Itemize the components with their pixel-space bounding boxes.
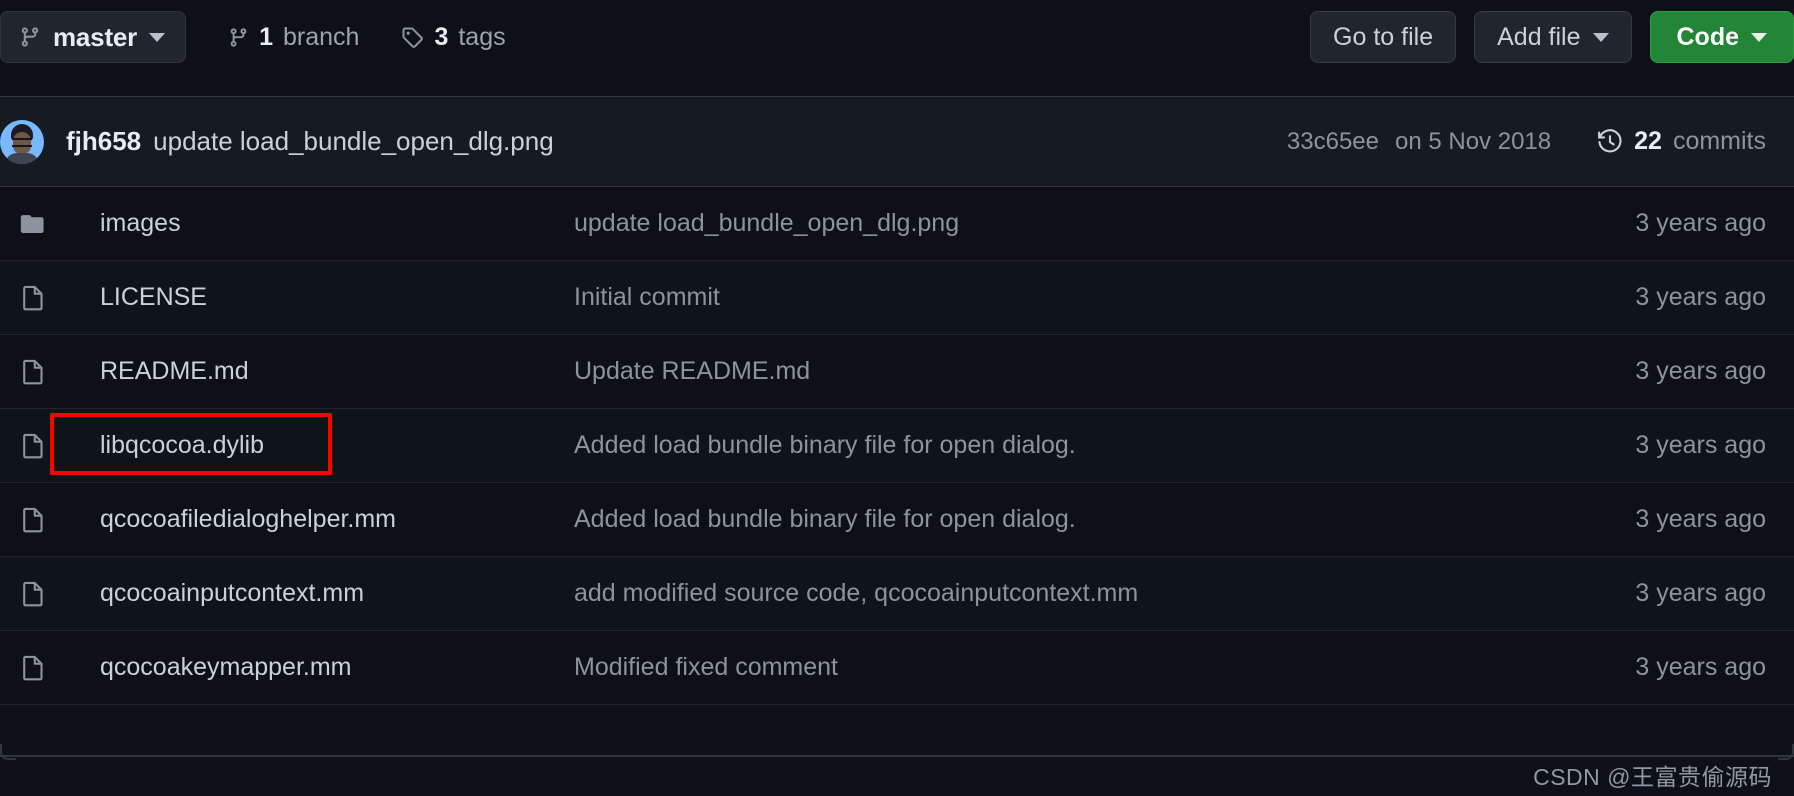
file-name[interactable]: qcocoakeymapper.mm — [50, 653, 574, 682]
tag-icon — [401, 25, 424, 50]
branch-count-number: 1 — [259, 22, 273, 51]
branch-icon — [19, 24, 41, 50]
commit-author[interactable]: fjh658 — [66, 126, 141, 157]
panel-bottom-border — [0, 755, 1794, 757]
table-row[interactable]: README.md Update README.md 3 years ago — [0, 335, 1794, 409]
branch-count-label: branch — [282, 22, 360, 51]
file-age: 3 years ago — [1635, 579, 1766, 607]
github-repo-file-browser: master 1 branch 3 tags Go to file Add fi… — [0, 0, 1794, 796]
panel-bottom-right-corner — [1778, 744, 1794, 760]
branch-count[interactable]: 1 branch — [228, 23, 359, 52]
file-age: 3 years ago — [1635, 431, 1766, 459]
file-name[interactable]: libqcocoa.dylib — [50, 431, 574, 460]
avatar-glasses — [12, 137, 32, 147]
chevron-down-icon — [149, 32, 166, 42]
tag-count-label: tags — [458, 22, 506, 51]
table-row[interactable]: images update load_bundle_open_dlg.png 3… — [0, 187, 1794, 261]
table-row[interactable]: libqcocoa.dylib Added load bundle binary… — [0, 409, 1794, 483]
go-to-file-button[interactable]: Go to file — [1310, 11, 1457, 63]
chevron-down-icon — [1751, 32, 1767, 42]
file-commit-message[interactable]: update load_bundle_open_dlg.png — [574, 209, 1494, 238]
table-row[interactable]: qcocoainputcontext.mm add modified sourc… — [0, 557, 1794, 631]
tag-count[interactable]: 3 tags — [401, 22, 506, 52]
chevron-down-icon — [1592, 32, 1609, 42]
code-label: Code — [1676, 22, 1740, 51]
file-age: 3 years ago — [1635, 505, 1766, 533]
file-age: 3 years ago — [1635, 209, 1766, 237]
commits-count-label: commits — [1672, 127, 1766, 155]
file-name[interactable]: LICENSE — [50, 283, 574, 312]
file-commit-message[interactable]: add modified source code, qcocoainputcon… — [574, 579, 1494, 608]
branch-selector[interactable]: master — [0, 11, 187, 63]
tag-count-number: 3 — [434, 22, 449, 51]
commit-message[interactable]: update load_bundle_open_dlg.png — [153, 126, 554, 157]
file-icon — [16, 579, 50, 608]
file-commit-message[interactable]: Initial commit — [574, 283, 1494, 312]
history-clock-icon — [1597, 128, 1623, 155]
branch-name-label: master — [53, 21, 138, 52]
file-icon — [16, 505, 50, 534]
file-name[interactable]: images — [50, 209, 574, 238]
commit-sha[interactable]: 33c65ee — [1287, 128, 1379, 156]
add-file-label: Add file — [1497, 22, 1581, 51]
table-row[interactable]: qcocoafiledialoghelper.mm Added load bun… — [0, 483, 1794, 557]
commits-count-number: 22 — [1634, 127, 1662, 155]
file-commit-message[interactable]: Added load bundle binary file for open d… — [574, 431, 1494, 460]
table-row[interactable]: qcocoakeymapper.mm Modified fixed commen… — [0, 631, 1794, 705]
file-commit-message[interactable]: Added load bundle binary file for open d… — [574, 505, 1494, 534]
repo-toolbar: master 1 branch 3 tags Go to file Add fi… — [0, 0, 1794, 74]
code-button[interactable]: Code — [1649, 11, 1794, 63]
avatar[interactable] — [0, 119, 44, 164]
panel-bottom-left-corner — [0, 744, 16, 760]
file-list: images update load_bundle_open_dlg.png 3… — [0, 187, 1794, 705]
go-to-file-label: Go to file — [1333, 22, 1434, 51]
file-icon — [16, 357, 50, 386]
add-file-button[interactable]: Add file — [1474, 11, 1632, 63]
csdn-watermark: CSDN @王富贵偷源码 — [1533, 764, 1772, 790]
file-name[interactable]: README.md — [50, 357, 574, 386]
table-row[interactable]: LICENSE Initial commit 3 years ago — [0, 261, 1794, 335]
file-icon — [16, 653, 50, 682]
file-age: 3 years ago — [1635, 357, 1766, 385]
file-age: 3 years ago — [1635, 283, 1766, 311]
file-name[interactable]: qcocoafiledialoghelper.mm — [50, 505, 574, 534]
branch-icon — [228, 25, 249, 50]
commit-date: on 5 Nov 2018 — [1395, 127, 1552, 155]
file-age: 3 years ago — [1635, 653, 1766, 681]
latest-commit-bar: fjh658 update load_bundle_open_dlg.png 3… — [0, 96, 1794, 187]
file-name[interactable]: qcocoainputcontext.mm — [50, 579, 574, 608]
folder-icon — [16, 211, 50, 237]
file-icon — [16, 431, 50, 460]
file-icon — [16, 283, 50, 312]
avatar-body — [5, 152, 39, 164]
commit-history-link[interactable]: 22 commits — [1597, 127, 1766, 156]
file-commit-message[interactable]: Modified fixed comment — [574, 653, 1494, 682]
file-commit-message[interactable]: Update README.md — [574, 357, 1494, 386]
